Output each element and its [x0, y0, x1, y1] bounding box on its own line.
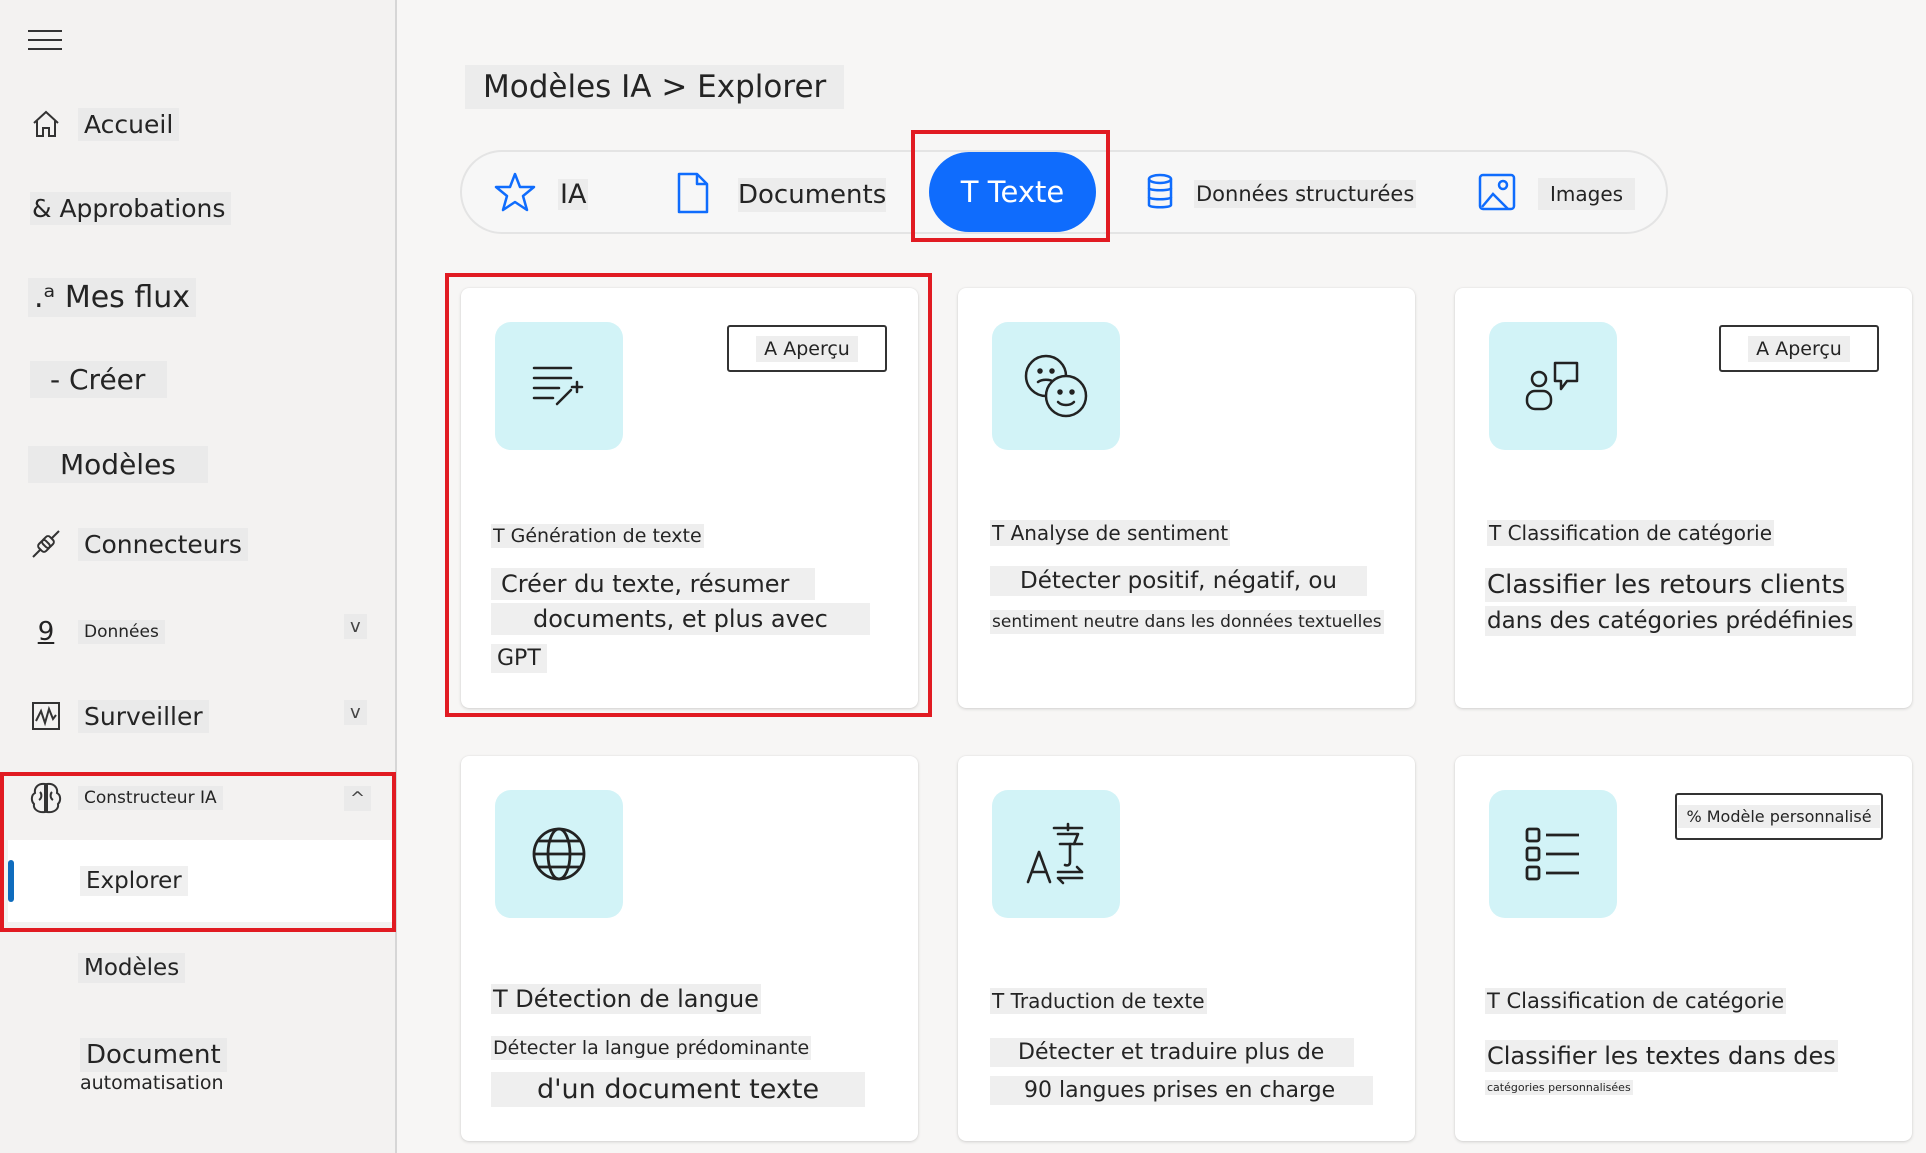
card-title: T Classification de catégorie	[1487, 520, 1775, 546]
hamburger-menu-icon[interactable]	[28, 30, 62, 52]
model-card-custom-category-classification[interactable]: % Modèle personnalisé T Classification d…	[1455, 756, 1912, 1141]
highlight-box-text-tab	[911, 130, 1110, 242]
sidebar-item-monitor[interactable]: Surveiller	[28, 698, 209, 734]
globe-icon	[495, 790, 623, 918]
tab-label: Documents	[738, 178, 887, 212]
sidebar-item-approvals[interactable]: & Approbations	[30, 192, 232, 225]
database-icon	[1146, 173, 1174, 215]
sidebar-item-label: Accueil	[78, 107, 180, 141]
highlight-box-ai-builder	[0, 772, 396, 932]
star-icon	[494, 172, 536, 216]
card-description-line: 90 langues prises en charge	[990, 1076, 1374, 1105]
sidebar-item-connectors[interactable]: Connecteurs	[28, 526, 248, 562]
sidebar-item-label: Document	[80, 1038, 227, 1072]
sidebar-item-label: Modèles	[78, 953, 186, 983]
card-description-line: dans des catégories prédéfinies	[1485, 606, 1856, 636]
category-chat-icon	[1489, 322, 1617, 450]
card-description-line: Détecter la langue prédominante	[491, 1036, 812, 1060]
list-icon	[1489, 790, 1617, 918]
highlight-box-text-generation	[445, 273, 932, 717]
chevron-down-icon[interactable]: v	[344, 700, 367, 725]
model-card-text-translation[interactable]: T Traduction de texte Détecter et tradui…	[958, 756, 1415, 1141]
chevron-down-icon[interactable]: v	[344, 614, 367, 639]
breadcrumb: Modèles IA > Explorer	[465, 65, 845, 109]
card-description-line: Classifier les retours clients	[1485, 568, 1848, 602]
sidebar-item-label-2: automatisation	[80, 1072, 224, 1094]
sidebar-item-my-flows[interactable]: .ᵃ Mes flux	[28, 278, 196, 317]
home-icon	[28, 106, 64, 142]
tab-documents[interactable]: Documents	[676, 172, 887, 218]
tab-label: Données structurées	[1194, 180, 1417, 208]
card-description-line: Détecter positif, négatif, ou	[990, 566, 1367, 596]
tab-ai[interactable]: IA	[494, 172, 589, 216]
sidebar-item-label: Surveiller	[78, 699, 209, 733]
document-icon	[676, 172, 710, 218]
sidebar-item-label: Modèles	[28, 446, 208, 483]
model-card-language-detection[interactable]: T Détection de langue Détecter la langue…	[461, 756, 918, 1141]
tab-label: IA	[558, 178, 589, 210]
sidebar-item-home[interactable]: Accueil	[28, 106, 180, 142]
sidebar: Accueil & Approbations .ᵃ Mes flux - Cré…	[0, 0, 397, 1153]
model-card-category-classification[interactable]: A Aperçu T Classification de catégorie C…	[1455, 288, 1912, 708]
sidebar-item-create[interactable]: - Créer	[30, 361, 168, 398]
card-description-line: sentiment neutre dans les données textue…	[990, 610, 1384, 634]
custom-model-badge: % Modèle personnalisé	[1675, 793, 1883, 840]
sidebar-item-label: - Créer	[30, 361, 168, 398]
card-description-line: Classifier les textes dans des	[1485, 1040, 1838, 1072]
model-card-sentiment-analysis[interactable]: T Analyse de sentiment Détecter positif,…	[958, 288, 1415, 708]
image-icon	[1478, 173, 1516, 215]
card-title: T Classification de catégorie	[1485, 988, 1787, 1014]
sidebar-item-label: & Approbations	[30, 192, 232, 225]
sidebar-item-document-automation[interactable]: Document automatisation	[80, 1038, 227, 1094]
preview-badge: A Aperçu	[1719, 325, 1879, 372]
translate-icon	[992, 790, 1120, 918]
sidebar-item-models[interactable]: Modèles	[78, 953, 186, 983]
connector-plug-icon	[28, 526, 64, 562]
data-icon: 9	[37, 617, 55, 647]
card-title: T Analyse de sentiment	[990, 520, 1231, 546]
sidebar-item-label: Connecteurs	[78, 527, 248, 561]
card-title: T Détection de langue	[491, 984, 761, 1014]
sidebar-item-data[interactable]: 9 Données	[28, 614, 165, 650]
tab-images[interactable]: Images	[1478, 173, 1636, 215]
sidebar-item-label: .ᵃ Mes flux	[28, 278, 196, 317]
card-title: T Traduction de texte	[990, 988, 1207, 1014]
monitor-chart-icon	[28, 698, 64, 734]
sidebar-item-label: Données	[78, 620, 165, 644]
sidebar-item-templates[interactable]: Modèles	[28, 446, 208, 483]
card-description-line: Détecter et traduire plus de	[990, 1038, 1355, 1067]
tab-label: Images	[1538, 178, 1636, 210]
tab-structured-data[interactable]: Données structurées	[1146, 173, 1417, 215]
card-description-line: d'un document texte	[491, 1072, 866, 1107]
card-description-line: catégories personnalisées	[1485, 1080, 1633, 1095]
sentiment-faces-icon	[992, 322, 1120, 450]
